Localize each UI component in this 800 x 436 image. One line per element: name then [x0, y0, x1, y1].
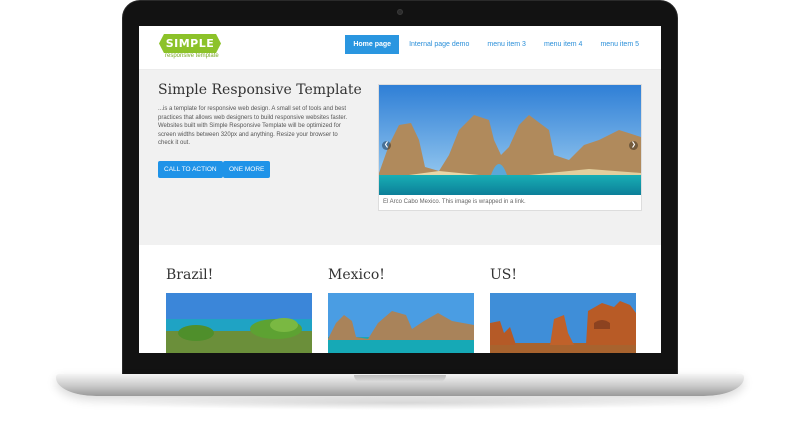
laptop-base-notch [354, 375, 446, 382]
site-logo[interactable]: SIMPLE responsive template [159, 34, 223, 64]
card-image-us[interactable] [490, 293, 636, 353]
card-title-brazil: Brazil! [166, 267, 214, 283]
nav-item-internal-demo[interactable]: Internal page demo [401, 35, 477, 54]
one-more-button[interactable]: ONE MORE [223, 161, 271, 178]
slide-image-arco[interactable] [379, 85, 641, 195]
hero-section: Simple Responsive Template ...is a templ… [139, 70, 661, 251]
nav-item-menu-3[interactable]: menu item 3 [479, 35, 534, 54]
site-header: SIMPLE responsive template Home page Int… [139, 26, 661, 70]
card-image-brazil[interactable] [166, 293, 312, 353]
logo-badge: SIMPLE [159, 34, 221, 53]
image-slider: ❮ ❯ El Arco Cabo Mexico. This image is w… [378, 84, 642, 211]
hero-title: Simple Responsive Template [158, 82, 362, 98]
card-title-mexico: Mexico! [328, 267, 385, 283]
chevron-left-icon[interactable]: ❮ [382, 141, 391, 150]
slide-caption: El Arco Cabo Mexico. This image is wrapp… [383, 199, 526, 205]
laptop-screen: SIMPLE responsive template Home page Int… [139, 26, 661, 353]
chevron-right-icon[interactable]: ❯ [629, 141, 638, 150]
logo-tagline: responsive template [165, 53, 219, 59]
hero-description: ...is a template for responsive web desi… [158, 106, 348, 146]
main-nav: Home page Internal page demo menu item 3… [343, 35, 647, 54]
webcam-icon [397, 9, 403, 15]
laptop-shadow [90, 396, 710, 410]
nav-item-menu-5[interactable]: menu item 5 [592, 35, 647, 54]
call-to-action-button[interactable]: CALL TO ACTION [158, 161, 223, 178]
card-title-us: US! [490, 267, 518, 283]
nav-item-menu-4[interactable]: menu item 4 [536, 35, 591, 54]
card-image-mexico[interactable] [328, 293, 474, 353]
nav-item-home[interactable]: Home page [345, 35, 400, 54]
feature-cards: Brazil! Mexico! US! [139, 245, 661, 353]
